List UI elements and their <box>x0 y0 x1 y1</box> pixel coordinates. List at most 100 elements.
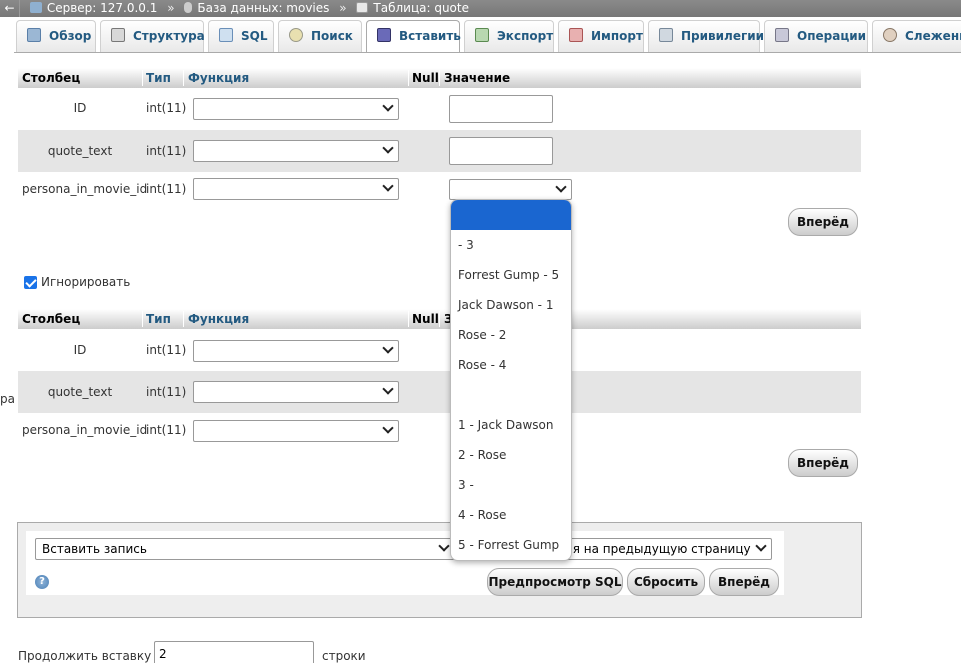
tab-label: Экспорт <box>497 29 554 43</box>
tab-sql[interactable]: SQL <box>208 20 274 52</box>
export-icon <box>475 28 489 42</box>
dropdown-option[interactable]: 3 - <box>451 470 571 500</box>
header-type[interactable]: Тип <box>146 68 171 88</box>
help-icon[interactable]: ? <box>35 575 49 589</box>
form2-go-button[interactable]: Вперёд <box>788 449 858 477</box>
submit-go-button[interactable]: Вперёд <box>709 568 779 596</box>
tab-tracking[interactable]: Слежение <box>872 20 961 52</box>
dropdown-option[interactable]: Rose - 4 <box>451 350 571 380</box>
header-null: Null <box>412 71 439 85</box>
header-null: Null <box>412 312 439 326</box>
form2-row-quote-text: quote_text int(11) <box>18 371 861 413</box>
chevron-down-icon <box>382 342 394 354</box>
tab-label: Вставить <box>399 29 461 43</box>
function-select[interactable] <box>193 140 399 162</box>
operations-icon <box>775 28 789 42</box>
submit-fieldset: Вставить запись уться на предыдущую стра… <box>17 522 862 618</box>
header-column: Столбец <box>22 312 81 326</box>
function-select[interactable] <box>193 381 399 403</box>
server-icon <box>29 2 42 13</box>
header-function[interactable]: Функция <box>188 68 249 88</box>
column-name: persona_in_movie_id <box>22 182 148 196</box>
dropdown-option[interactable]: Forrest Gump - 5 <box>451 260 571 290</box>
tab-label: SQL <box>241 29 268 43</box>
breadcrumb-separator: » <box>339 1 347 15</box>
column-type: int(11) <box>146 423 187 437</box>
dropdown-option[interactable]: 1 - Jack Dawson <box>451 410 571 440</box>
value-select[interactable] <box>449 179 572 200</box>
chevron-down-icon <box>382 100 394 112</box>
form1-go-button[interactable]: Вперёд <box>788 208 858 236</box>
column-name: quote_text <box>47 144 113 158</box>
function-select[interactable] <box>193 420 399 442</box>
ignore-label[interactable]: Игнорировать <box>41 275 130 289</box>
chevron-down-icon <box>382 180 394 192</box>
dropdown-option[interactable] <box>451 380 571 410</box>
database-icon <box>184 2 193 13</box>
after-insert-select[interactable]: уться на предыдущую страницу <box>538 538 772 560</box>
header-function[interactable]: Функция <box>188 309 249 329</box>
breadcrumb-database[interactable]: База данных: movies <box>184 0 329 17</box>
header-divider <box>183 70 184 86</box>
tab-operations[interactable]: Операции <box>764 20 868 52</box>
header-column: Столбец <box>22 71 81 85</box>
header-divider <box>408 311 409 327</box>
form1-table-header: Столбец Тип Функция Null Значение <box>18 68 861 88</box>
column-name: quote_text <box>47 385 113 399</box>
side-text-fragment: ра <box>0 392 15 406</box>
continue-rows-value: 2 <box>159 647 167 661</box>
breadcrumb-table[interactable]: Таблица: quote <box>356 0 469 17</box>
header-divider <box>439 70 440 86</box>
dropdown-option[interactable]: 5 - Forrest Gump <box>451 530 571 560</box>
column-name: persona_in_movie_id <box>22 423 148 437</box>
preview-sql-button[interactable]: Предпросмотр SQL <box>487 568 623 596</box>
tab-import[interactable]: Импорт <box>558 20 644 52</box>
reset-button[interactable]: Сбросить <box>627 568 705 596</box>
chevron-down-icon <box>555 181 567 193</box>
dropdown-option[interactable]: - 3 <box>451 230 571 260</box>
dropdown-option[interactable]: Rose - 2 <box>451 320 571 350</box>
header-type[interactable]: Тип <box>146 309 171 329</box>
tab-label: Операции <box>797 29 867 43</box>
form2-table-header: Столбец Тип Функция Null З <box>18 309 861 329</box>
insert-icon <box>377 28 391 42</box>
function-select[interactable] <box>193 178 399 200</box>
dropdown-option[interactable]: 2 - Rose <box>451 440 571 470</box>
form2-row-id: ID int(11) <box>18 329 861 371</box>
table-icon <box>356 2 369 13</box>
breadcrumb-database-label: База данных: movies <box>197 1 330 15</box>
function-select[interactable] <box>193 340 399 362</box>
tab-label: Слежение <box>905 29 961 43</box>
form1-row-quote-text: quote_text int(11) <box>18 130 861 172</box>
breadcrumb-separator: » <box>167 1 175 15</box>
persona-dropdown-list[interactable]: - 3 Forrest Gump - 5 Jack Dawson - 1 Ros… <box>450 199 572 561</box>
form1-row-id: ID int(11) <box>18 88 861 130</box>
column-name: ID <box>73 101 87 115</box>
ignore-checkbox[interactable] <box>24 276 37 289</box>
value-input[interactable] <box>449 95 553 123</box>
tab-insert[interactable]: Вставить <box>366 20 461 52</box>
form2-row-persona: persona_in_movie_id int(11) <box>18 413 861 447</box>
tab-export[interactable]: Экспорт <box>464 20 554 52</box>
header-value: Значение <box>444 71 511 85</box>
tab-browse[interactable]: Обзор <box>16 20 96 52</box>
tab-privileges[interactable]: Привилегии <box>648 20 764 52</box>
value-input[interactable] <box>449 137 553 165</box>
tab-label: Импорт <box>591 29 643 43</box>
breadcrumb-server[interactable]: Сервер: 127.0.0.1 <box>29 0 157 17</box>
continue-rows-input[interactable]: 2 <box>154 641 314 663</box>
column-type: int(11) <box>146 385 187 399</box>
submit-panel: Вставить запись уться на предыдущую стра… <box>26 531 784 596</box>
tab-search[interactable]: Поиск <box>278 20 362 52</box>
dropdown-option[interactable]: 4 - Rose <box>451 500 571 530</box>
back-arrow-icon[interactable]: ← <box>0 0 20 17</box>
chevron-down-icon <box>382 142 394 154</box>
form1-row-persona: persona_in_movie_id int(11) <box>18 172 861 206</box>
tab-label: Поиск <box>311 29 353 43</box>
insert-mode-select[interactable]: Вставить запись <box>35 538 455 560</box>
function-select[interactable] <box>193 98 399 120</box>
dropdown-option[interactable] <box>451 200 571 230</box>
dropdown-option[interactable]: Jack Dawson - 1 <box>451 290 571 320</box>
tab-structure[interactable]: Структура <box>100 20 205 52</box>
column-type: int(11) <box>146 182 187 196</box>
